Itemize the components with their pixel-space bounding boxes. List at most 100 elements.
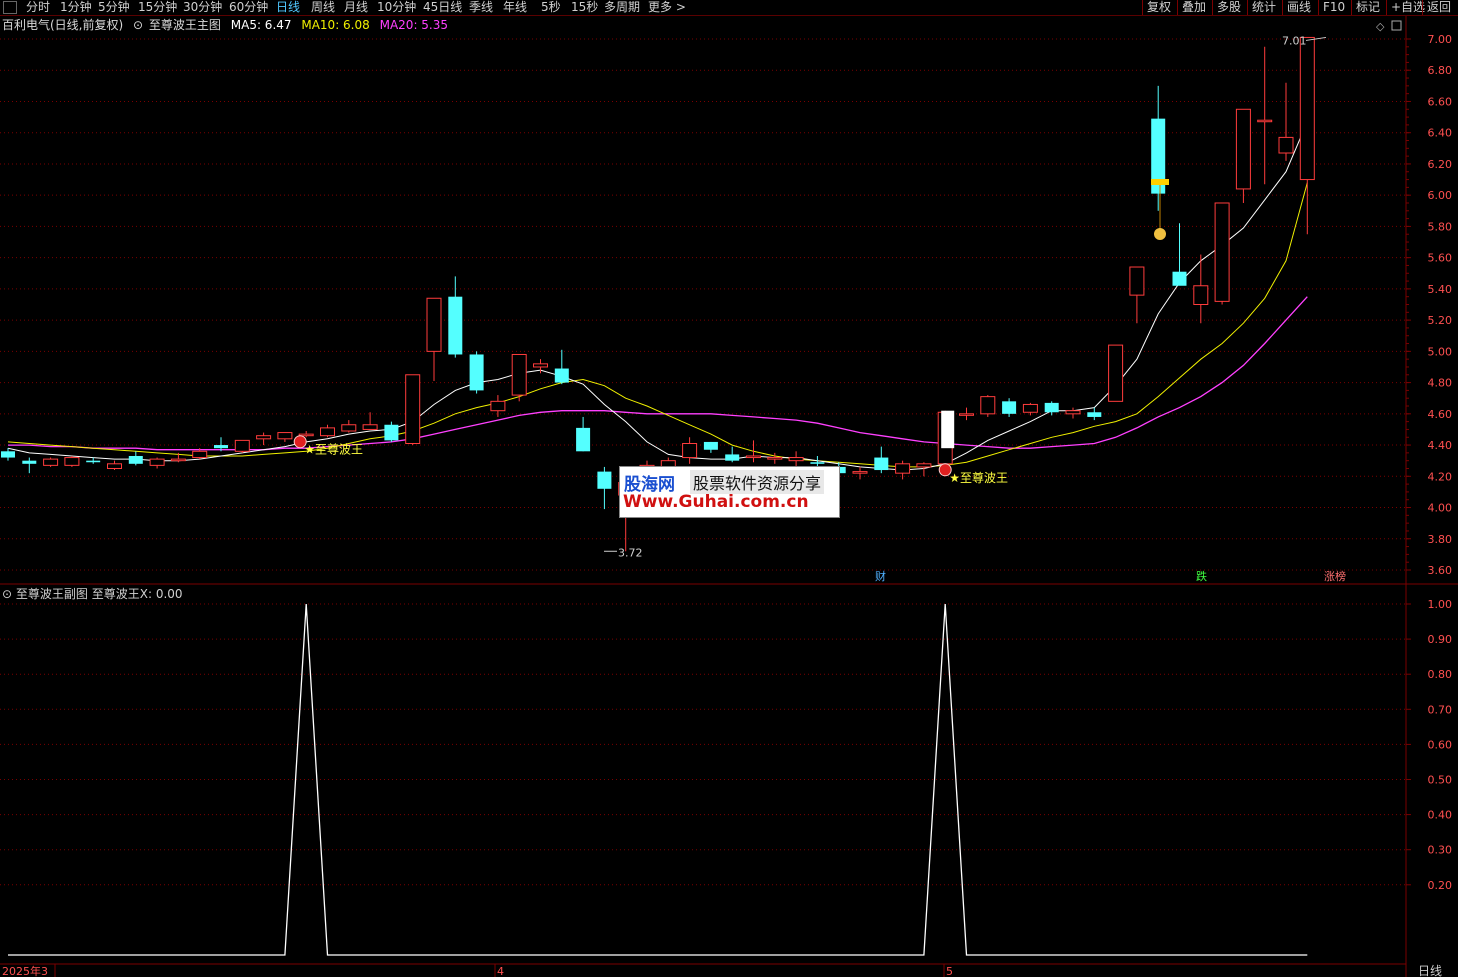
candle-body	[511, 353, 527, 396]
candle-32	[682, 437, 698, 464]
candle-58	[1235, 108, 1251, 203]
candle-body	[554, 368, 569, 383]
candle-body	[86, 460, 101, 463]
y-tick-label: 4.00	[1428, 502, 1453, 515]
signal-bar	[941, 410, 955, 449]
candle-51	[1087, 407, 1102, 421]
watermark-box: 股海网 股票软件资源分享 Www.Guhai.com.cn	[619, 466, 840, 518]
y-tick-label: 5.40	[1428, 283, 1453, 296]
y-tick-label: 5.60	[1428, 252, 1453, 265]
sub-y-tick-label: 0.20	[1428, 879, 1453, 892]
marker-zhangbang: 涨榜	[1324, 569, 1346, 583]
ma5-line	[7, 121, 1308, 471]
candle-52	[1108, 344, 1124, 402]
candle-0	[1, 448, 15, 461]
candle-6	[128, 451, 143, 466]
candle-20	[426, 297, 442, 382]
candle-body	[107, 463, 122, 469]
candle-body	[895, 463, 911, 474]
candle-body	[1214, 202, 1230, 302]
sub-y-tick-label: 0.40	[1428, 809, 1453, 822]
candle-17	[362, 412, 378, 430]
candle-body	[192, 450, 208, 459]
candle-body	[533, 363, 548, 368]
candle-18	[384, 421, 399, 442]
candle-body	[682, 442, 698, 459]
period-label: 日线	[1418, 964, 1442, 977]
candle-13	[277, 432, 293, 442]
candle-40	[852, 466, 868, 480]
candle-57	[1214, 202, 1230, 305]
candle-body	[725, 454, 740, 461]
candle-body	[1065, 410, 1081, 415]
candle-body	[1278, 136, 1294, 154]
candle-body	[1257, 119, 1273, 123]
candle-body	[959, 413, 974, 416]
y-tick-label: 4.60	[1428, 408, 1453, 421]
candle-56	[1193, 254, 1209, 324]
candle-body	[214, 445, 228, 449]
x-label-month4: 4	[497, 965, 504, 977]
candle-1	[22, 457, 37, 474]
candle-12	[256, 432, 272, 446]
candle-body	[1002, 401, 1017, 414]
candle-body	[405, 374, 421, 444]
low-price-label: 3.72	[618, 546, 643, 559]
candle-body	[320, 427, 335, 437]
candle-body	[256, 435, 272, 440]
candle-59	[1257, 46, 1273, 185]
candle-body	[874, 457, 889, 471]
candle-24	[511, 353, 527, 402]
candle-46	[980, 395, 996, 417]
candle-body	[490, 400, 506, 412]
candle-41	[874, 446, 889, 474]
sub-y-tick-label: 0.30	[1428, 844, 1453, 857]
high-price-label: 7.01	[1282, 34, 1307, 47]
candle-body	[916, 463, 932, 468]
candle-48	[1022, 402, 1038, 416]
y-tick-label: 6.20	[1428, 158, 1453, 171]
marker-die: 跌	[1196, 569, 1207, 583]
candle-body	[810, 462, 825, 464]
candle-4	[86, 457, 101, 464]
candle-22	[469, 351, 484, 394]
y-tick-label: 6.00	[1428, 189, 1453, 202]
candle-body	[576, 427, 591, 452]
candle-body	[64, 457, 80, 466]
candle-body	[1108, 344, 1124, 402]
candle-42	[895, 460, 911, 480]
candle-33	[703, 441, 718, 453]
sub-indicator-chart[interactable]: 1.00 0.90 0.80 0.70 0.60 0.50 0.40 0.30 0.20 2025…	[0, 585, 1458, 977]
y-tick-label: 4.20	[1428, 470, 1453, 483]
candle-body	[170, 458, 186, 462]
sub-y-tick-label: 0.90	[1428, 633, 1453, 646]
candle-body	[362, 424, 378, 430]
sub-y-tick-label: 0.60	[1428, 738, 1453, 751]
candle-34	[725, 446, 740, 463]
watermark-url: Www.Guhai.com.cn	[623, 492, 809, 512]
y-tick-label: 6.40	[1428, 127, 1453, 140]
candle-19	[405, 374, 421, 446]
money-bag-icon	[1154, 228, 1166, 240]
candle-5	[107, 460, 122, 471]
candle-body	[448, 296, 463, 355]
candle-body	[1022, 403, 1038, 413]
y-tick-label: 5.20	[1428, 314, 1453, 327]
candle-55	[1172, 223, 1187, 286]
y-tick-label: 5.80	[1428, 220, 1453, 233]
candle-body	[426, 297, 442, 352]
candle-27	[576, 416, 591, 452]
candle-body	[980, 396, 996, 415]
sub-y-tick-label: 1.00	[1428, 598, 1453, 611]
y-tick-label: 3.80	[1428, 533, 1453, 546]
candle-body	[1193, 285, 1209, 305]
x-label-start: 2025年3	[2, 964, 48, 977]
candle-28	[597, 466, 612, 510]
limit-up-marker	[1151, 179, 1169, 185]
candle-body	[1087, 412, 1102, 417]
candle-body	[746, 455, 761, 459]
candle-body	[128, 455, 143, 464]
candle-body	[149, 458, 165, 466]
candle-body	[1235, 108, 1251, 190]
candle-body	[234, 439, 250, 452]
